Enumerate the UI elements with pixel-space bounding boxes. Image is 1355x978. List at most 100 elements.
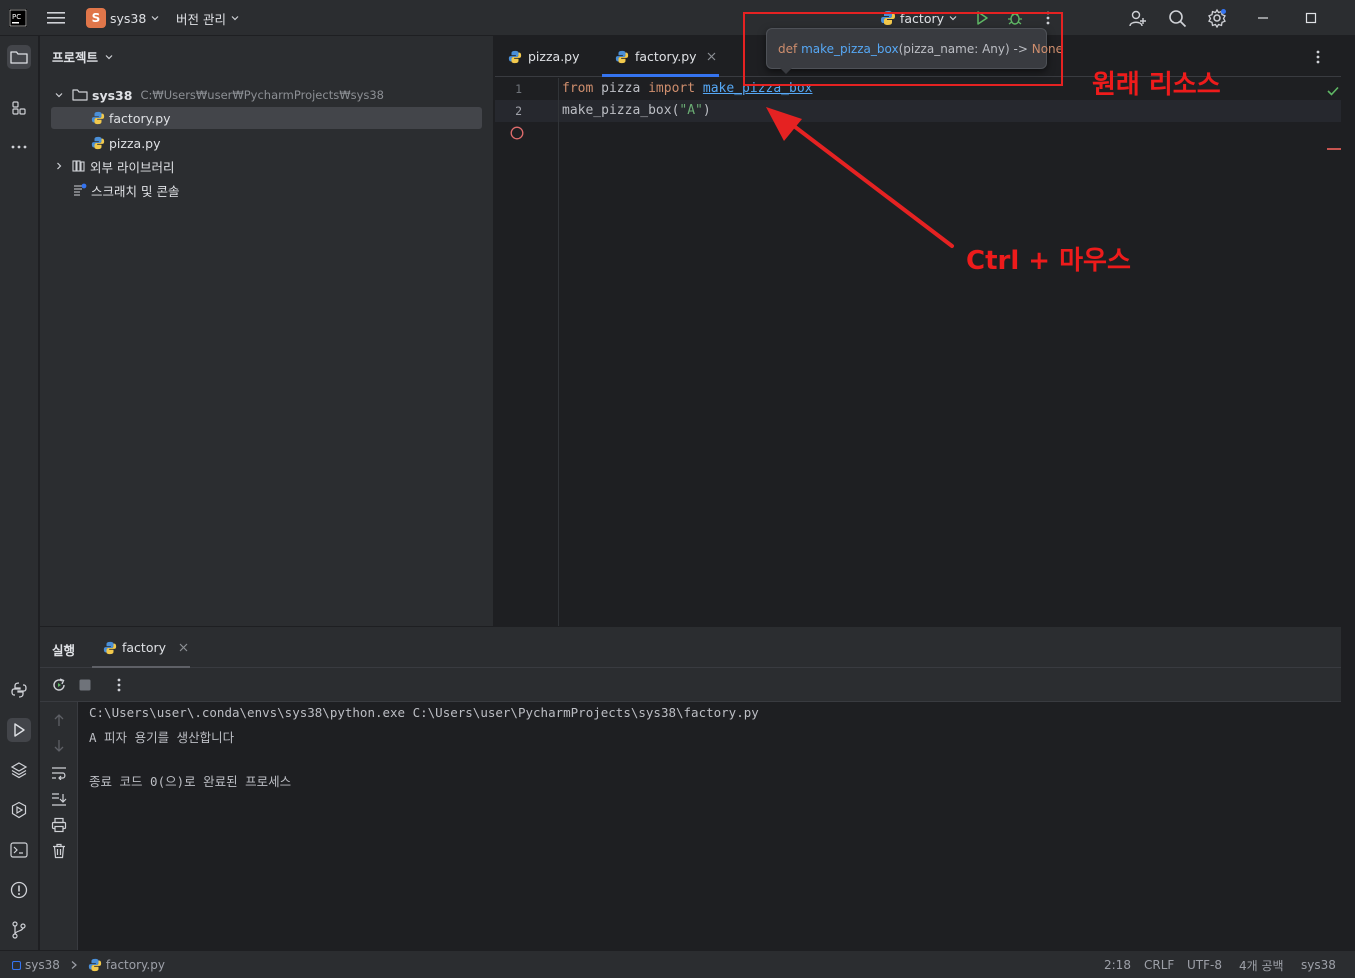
python-file-icon [88, 958, 102, 972]
main-menu-icon[interactable] [47, 0, 65, 36]
annotation-original-source: 원래 리소스 [1092, 70, 1221, 100]
problems-icon[interactable] [7, 878, 31, 902]
python-file-icon [91, 111, 105, 125]
arrow-down-icon[interactable] [51, 738, 67, 754]
breadcrumb-file[interactable]: factory.py [106, 958, 165, 972]
project-panel-title: 프로젝트 [52, 50, 99, 65]
chevron-down-icon [104, 52, 114, 62]
line-separator[interactable]: CRLF [1144, 951, 1174, 978]
arrow-up-icon[interactable] [51, 712, 67, 728]
minimize-button[interactable] [1257, 0, 1269, 36]
console-output-line: 종료 코드 0(으)로 완료된 프로세스 [89, 774, 292, 789]
scratches-icon [73, 183, 87, 197]
tree-root-sys38[interactable]: sys38 C:₩Users₩user₩PycharmProjects₩sys3… [40, 84, 494, 106]
console-output-line: A 피자 용기를 생산합니다 [89, 730, 235, 745]
module-square-icon [12, 960, 21, 970]
line-number: 1 [515, 82, 522, 96]
trash-icon[interactable] [51, 843, 67, 859]
run-panel-title: 실행 [52, 643, 76, 658]
project-badge: S [86, 8, 106, 28]
tab-factory-py[interactable]: factory.py [602, 36, 719, 77]
run-more-actions-icon[interactable] [116, 677, 122, 693]
chevron-down-icon[interactable] [54, 90, 64, 100]
keyword-from: from [562, 81, 594, 96]
soft-wrap-icon[interactable] [51, 765, 67, 781]
call-close: ) [702, 103, 711, 118]
chevron-down-icon [230, 13, 240, 23]
editor-gutter: 1 2 [495, 78, 559, 626]
scroll-to-end-icon[interactable] [51, 791, 67, 807]
caret-position[interactable]: 2:18 [1104, 951, 1131, 978]
inspection-ok-check-icon[interactable] [1327, 86, 1339, 96]
left-tool-strip [0, 36, 39, 950]
project-panel-header[interactable]: 프로젝트 [52, 47, 114, 66]
add-user-icon[interactable] [1128, 0, 1147, 36]
python-file-icon [91, 136, 105, 150]
settings-gear-icon[interactable] [1207, 0, 1227, 36]
python-packages-layers-icon[interactable] [7, 758, 31, 782]
indent-setting[interactable]: 4개 공백 [1239, 951, 1284, 978]
python-file-icon [508, 50, 522, 64]
maximize-button[interactable] [1305, 0, 1317, 36]
project-name: sys38 [110, 10, 147, 26]
folder-icon [72, 88, 88, 102]
annotation-highlight-box [743, 12, 1063, 86]
run-tool-icon[interactable] [7, 718, 31, 742]
tree-external-libraries[interactable]: 외부 라이브러리 [40, 155, 494, 177]
python-interpreter[interactable]: sys38 [1301, 951, 1336, 978]
tree-scratches-consoles[interactable]: 스크래치 및 콘솔 [40, 179, 494, 201]
terminal-icon[interactable] [7, 838, 31, 862]
annotation-ctrl-mouse: Ctrl + 마우스 [966, 246, 1131, 276]
tab-pizza-py[interactable]: pizza.py [508, 36, 580, 77]
file-name: pizza.py [109, 135, 161, 151]
chevron-right-icon[interactable] [54, 161, 64, 171]
svg-text:PC: PC [12, 13, 21, 21]
title-bar: PC S sys38 버전 관리 factory [0, 0, 1355, 36]
editor-right-scrollbar[interactable] [1327, 36, 1355, 626]
tree-file-pizza[interactable]: pizza.py [40, 132, 494, 154]
breakpoint-marker-icon[interactable] [510, 126, 524, 140]
run-tab-label: factory [122, 640, 167, 655]
line-number: 2 [515, 104, 522, 118]
library-icon [72, 159, 86, 173]
module-name: pizza [601, 81, 641, 96]
scratches-label: 스크래치 및 콘솔 [91, 183, 180, 199]
python-icon [103, 641, 117, 655]
python-console-icon[interactable] [7, 678, 31, 702]
code-line-2[interactable]: make_pizza_box("A") [562, 100, 711, 122]
print-icon[interactable] [51, 817, 67, 833]
editor-more-actions-icon[interactable] [1315, 36, 1321, 77]
run-panel-header: 실행 factory [40, 627, 1341, 668]
python-file-icon [615, 50, 629, 64]
status-bar: sys38 factory.py 2:18 CRLF UTF-8 4개 공백 s… [0, 950, 1355, 978]
breadcrumb-project[interactable]: sys38 [25, 958, 60, 972]
tab-label: pizza.py [528, 49, 580, 64]
project-selector[interactable]: S sys38 [86, 0, 160, 36]
tab-label: factory.py [635, 49, 697, 64]
breadcrumb: sys38 factory.py [12, 951, 165, 978]
vcs-menu[interactable]: 버전 관리 [176, 0, 240, 36]
run-tab-factory[interactable]: factory [92, 627, 190, 668]
services-icon[interactable] [7, 798, 31, 822]
annotation-arrow-icon [766, 107, 954, 248]
file-encoding[interactable]: UTF-8 [1187, 951, 1222, 978]
project-tool-folder-icon[interactable] [7, 45, 31, 69]
close-tab-icon[interactable] [179, 643, 188, 652]
tree-file-factory[interactable]: factory.py [51, 107, 482, 129]
structure-icon[interactable] [7, 96, 31, 120]
run-side-toolbar [40, 702, 78, 950]
close-tab-icon[interactable] [707, 52, 716, 61]
run-toolbar [40, 668, 1341, 702]
rerun-icon[interactable] [51, 677, 67, 693]
chevron-right-icon [70, 960, 78, 970]
search-icon[interactable] [1168, 0, 1187, 36]
error-stripe-mark[interactable] [1327, 148, 1341, 150]
app-logo-icon[interactable]: PC [9, 0, 27, 36]
stop-icon[interactable] [79, 679, 91, 691]
git-branch-icon[interactable] [7, 918, 31, 942]
function-call: make_pizza_box( [562, 103, 680, 118]
keyword-import: import [648, 81, 696, 96]
more-tools-icon[interactable] [7, 135, 31, 159]
file-name: factory.py [109, 110, 171, 126]
chevron-down-icon [150, 13, 160, 23]
